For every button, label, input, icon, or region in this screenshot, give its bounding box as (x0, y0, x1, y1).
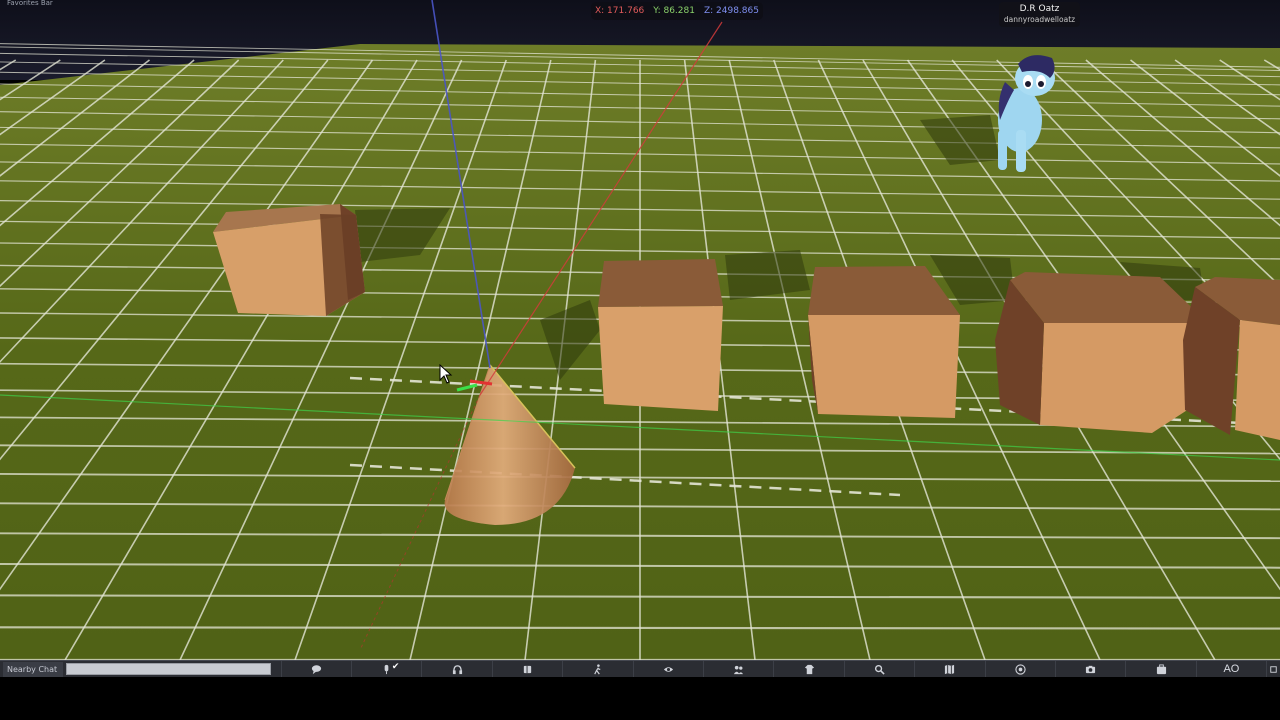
ao-label: AO (1223, 663, 1240, 675)
wooden-box-1[interactable] (213, 204, 365, 316)
nearby-chat-label[interactable]: Nearby Chat (3, 661, 63, 677)
wooden-box-4[interactable] (995, 272, 1208, 433)
map-icon (945, 664, 955, 674)
snapshot-button[interactable] (1054, 660, 1125, 678)
map-button[interactable] (914, 660, 984, 678)
voice-button[interactable]: ✔ (351, 660, 421, 678)
chat-input[interactable] (65, 663, 271, 675)
shirt-icon (804, 664, 814, 674)
overflow-square-icon (1270, 665, 1277, 673)
microphone-icon (384, 664, 389, 674)
radar-icon (1015, 663, 1026, 675)
appearance-button[interactable] (773, 660, 843, 678)
chat-button[interactable] (280, 660, 351, 678)
avatar-display-name: D.R Oatz (1019, 4, 1060, 14)
inventory-button[interactable] (1125, 660, 1195, 678)
toolbar-overflow-button[interactable] (1266, 660, 1280, 678)
coord-y: Y: 86.281 (653, 6, 695, 16)
avatar-nametag: D.R Oatz dannyroadwelloatz (999, 2, 1080, 27)
move-button[interactable] (562, 660, 632, 678)
minimap-button[interactable] (984, 660, 1055, 678)
walking-person-icon (594, 663, 601, 674)
world-scene[interactable] (0, 0, 1280, 660)
favorites-bar[interactable]: Favorites Bar (0, 0, 53, 8)
coord-x: X: 171.766 (595, 6, 645, 16)
search-button[interactable] (843, 660, 914, 678)
position-readout: X: 171.766 Y: 86.281 Z: 2498.865 (591, 2, 763, 20)
speech-bubble-icon (311, 664, 321, 674)
coord-z: Z: 2498.865 (703, 6, 759, 16)
people-button[interactable] (702, 660, 773, 678)
view-button[interactable] (632, 660, 703, 678)
wooden-box-3[interactable] (808, 266, 960, 418)
3d-viewport[interactable]: Favorites Bar X: 171.766 Y: 86.281 Z: 24… (0, 0, 1280, 660)
speak-button[interactable] (421, 660, 491, 678)
build-cube-icon (523, 665, 532, 673)
voice-check-icon[interactable]: ✔ (392, 661, 400, 672)
camera-icon (1086, 665, 1096, 673)
ao-button[interactable]: AO (1195, 660, 1266, 678)
wooden-box-5[interactable] (1183, 277, 1280, 440)
bottom-toolbar: Nearby Chat ✔ AO (0, 660, 1280, 678)
people-icon (734, 665, 744, 674)
wooden-box-2[interactable] (598, 259, 723, 411)
briefcase-icon (1156, 663, 1166, 674)
build-button[interactable] (491, 660, 562, 678)
grid-line (0, 626, 1280, 630)
avatar-username: dannyroadwelloatz (1003, 15, 1076, 24)
headset-icon (452, 664, 462, 674)
mouse-cursor-icon (439, 364, 453, 384)
search-icon (874, 664, 885, 675)
letterbox-bottom (0, 677, 1280, 720)
eye-icon (663, 666, 673, 672)
